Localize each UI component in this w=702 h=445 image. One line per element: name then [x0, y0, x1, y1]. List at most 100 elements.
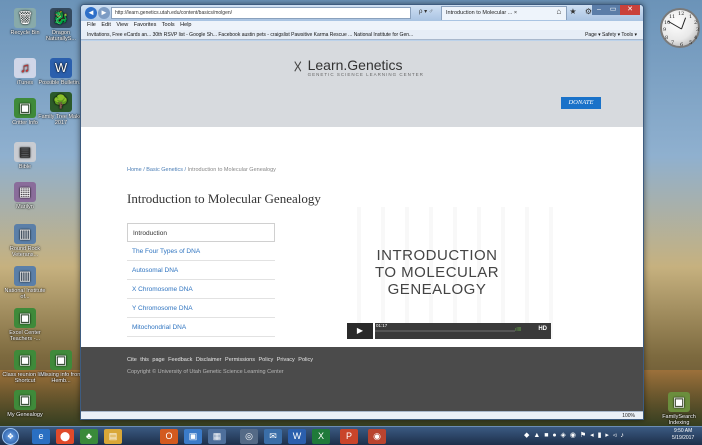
- close-button[interactable]: ✕: [620, 5, 640, 15]
- word-document-icon: W: [50, 58, 72, 78]
- taskbar-app-explorer[interactable]: ▤: [104, 429, 122, 444]
- clock-numeral: 3: [696, 27, 700, 33]
- taskbar-app-13[interactable]: ◉: [368, 429, 386, 444]
- desktop-icon-missing-info[interactable]: ▣ Missing info from Hemb...: [38, 350, 84, 384]
- taskbar-app-powerpoint[interactable]: P: [340, 429, 358, 444]
- desktop-icon-family-tree-maker[interactable]: 🌳 Family Tree Maker 2017: [38, 92, 84, 126]
- zoom-level[interactable]: 100%: [622, 413, 635, 419]
- desktop-icon-label: Round Rock Veterans...: [9, 246, 41, 258]
- taskbar-app-chrome[interactable]: ⬤: [56, 429, 74, 444]
- video-player[interactable]: INTRODUCTION TO MOLECULAR GENEALOGY ▶ 01…: [337, 207, 559, 339]
- desktop-icon-label: FamilySearch Indexing: [662, 414, 696, 426]
- video-title-line: INTRODUCTION: [376, 247, 498, 264]
- play-button[interactable]: ▶: [347, 323, 373, 339]
- video-title-line: TO MOLECULAR: [374, 264, 500, 281]
- breadcrumb-current: Introduction to Molecular Genealogy: [187, 167, 276, 173]
- minimize-button[interactable]: –: [592, 5, 606, 15]
- familysearch-icon: ▣: [668, 392, 690, 412]
- clock-numeral: 2: [694, 20, 698, 26]
- browser-menu-bar[interactable]: File Edit View Favorites Tools Help: [81, 21, 643, 30]
- volume-icon[interactable]: ıllll: [515, 327, 521, 333]
- browser-tab-active[interactable]: Introduction to Molecular ... ×: [441, 6, 567, 20]
- document-icon: ▤: [14, 142, 36, 162]
- breadcrumb-section[interactable]: Basic Genetics: [146, 167, 183, 173]
- site-footer: Cite this page Feedback Disclaimer Permi…: [81, 347, 643, 411]
- desktop-icon-dragon[interactable]: 🐉 Dragon NaturallyS...: [38, 8, 84, 42]
- spreadsheet-icon: ▣: [14, 390, 36, 410]
- clock-hour-hand: [681, 17, 687, 30]
- clock-numeral: 8: [665, 35, 669, 41]
- address-bar-controls[interactable]: ρ ▾ ♂: [419, 8, 433, 15]
- clock-numeral: 1: [689, 14, 693, 20]
- nav-item-x-chromosome[interactable]: X Chromosome DNA: [127, 280, 275, 299]
- nav-item-autosomal[interactable]: Autosomal DNA: [127, 261, 275, 280]
- donate-button[interactable]: DONATE: [561, 97, 601, 109]
- video-duration: 01:17: [376, 323, 388, 328]
- taskbar-app-ie[interactable]: e: [32, 429, 50, 444]
- address-bar[interactable]: http://learn.genetics.utah.edu/content/b…: [111, 7, 411, 19]
- desktop-icon-label: Dragon NaturallyS...: [46, 30, 76, 42]
- window-controls: – ▭ ✕: [592, 5, 640, 15]
- clock-numeral: 9: [663, 27, 667, 33]
- web-page: ☓ Learn.Genetics GENETIC SCIENCE LEARNIN…: [81, 41, 643, 411]
- desktop-icon-marilyn[interactable]: ▦ Marilyn: [2, 182, 48, 210]
- progress-bar[interactable]: [375, 330, 515, 332]
- desktop-icon-label: Possible Bulletin...: [38, 80, 84, 86]
- nav-item-y-chromosome[interactable]: Y Chromosome DNA: [127, 299, 275, 318]
- breadcrumb: Home / Basic Genetics / Introduction to …: [127, 167, 276, 173]
- taskbar-app-excel[interactable]: X: [312, 429, 330, 444]
- footer-copyright: Copyright © University of Utah Genetic S…: [127, 369, 284, 375]
- desktop-icon-my-genealogy[interactable]: ▣ My Genealogy: [2, 390, 48, 418]
- desktop-icon-label: Missing info from Hemb...: [40, 372, 82, 384]
- dragon-icon: 🐉: [50, 8, 72, 28]
- desktop-icon-round-rock[interactable]: ▥ Round Rock Veterans...: [2, 224, 48, 258]
- nav-item-four-types[interactable]: The Four Types of DNA: [127, 242, 275, 261]
- hd-toggle[interactable]: HD: [538, 326, 547, 332]
- desktop-icon-excel-center[interactable]: ▣ Excel Center Teachers -...: [2, 308, 48, 342]
- taskbar-app-8[interactable]: ◎: [240, 429, 258, 444]
- taskbar-app-7[interactable]: ▦: [208, 429, 226, 444]
- desktop-icon-familysearch[interactable]: ▣ FamilySearch Indexing: [656, 392, 702, 426]
- taskbar-app-word[interactable]: W: [288, 429, 306, 444]
- command-bar[interactable]: Page ▾ Safety ▾ Tools ▾: [581, 30, 637, 39]
- spreadsheet-icon: ▣: [14, 308, 36, 328]
- desktop-icon-label: Bible: [18, 164, 32, 170]
- maximize-button[interactable]: ▭: [606, 5, 620, 15]
- system-tray[interactable]: ◆ ▲ ■ ● ◈ ◉ ⚑ ◂ ▮ ▸ ◃ ♪: [524, 431, 625, 439]
- forward-arrow-icon[interactable]: ►: [98, 7, 110, 19]
- clock-numeral: 5: [689, 40, 693, 46]
- breadcrumb-home[interactable]: Home: [127, 167, 142, 173]
- taskbar-app-mail[interactable]: ✉: [264, 429, 282, 444]
- clock-numeral: 11: [669, 14, 676, 20]
- recycle-bin-icon: 🗑: [14, 8, 36, 28]
- video-title-card: INTRODUCTION TO MOLECULAR GENEALOGY: [337, 247, 537, 298]
- breadcrumb-separator: /: [143, 167, 145, 173]
- footer-links[interactable]: Cite this page Feedback Disclaimer Permi…: [127, 357, 313, 363]
- taskbar-app-solitaire[interactable]: ♣: [80, 429, 98, 444]
- site-logo[interactable]: ☓ Learn.Genetics GENETIC SCIENCE LEARNIN…: [293, 57, 424, 78]
- desktop-icon-national-institute[interactable]: ▥ National Institute of...: [2, 266, 48, 300]
- favorites-links[interactable]: Invitations, Free eCards an... 30th RSVP…: [87, 32, 413, 38]
- browser-status-bar: 100%: [81, 411, 643, 419]
- tray-time: 9:50 AM: [673, 428, 693, 434]
- desktop-icon-bible[interactable]: ▤ Bible: [2, 142, 48, 170]
- video-scrubber[interactable]: 01:17 ıllll HD: [375, 323, 551, 339]
- back-arrow-icon[interactable]: ◄: [85, 7, 97, 19]
- nav-item-introduction[interactable]: Introduction: [127, 223, 275, 242]
- tray-date: 5/19/2017: [672, 435, 695, 441]
- image-icon: ▦: [14, 182, 36, 202]
- desktop-icon-label: Excel Center Teachers -...: [9, 330, 41, 342]
- taskbar-app-outlook[interactable]: O: [160, 429, 178, 444]
- taskbar-app-ancestry[interactable]: ▣: [184, 429, 202, 444]
- clock-gadget[interactable]: 12 1 2 3 4 5 6 7 8 9 10 11: [660, 8, 700, 48]
- taskbar: ❖ e ⬤ ♣ ▤ O ▣ ▦ ◎ ✉ W X P ◉ ◆ ▲ ■ ● ◈ ◉ …: [0, 426, 702, 445]
- tray-clock[interactable]: 9:50 AM 5/19/2017: [672, 428, 694, 442]
- folder-icon: ▥: [14, 224, 36, 244]
- desktop-icon-label: My Genealogy: [7, 412, 43, 418]
- itunes-icon: ♫: [14, 58, 36, 78]
- desktop-icon-possible-bulletin[interactable]: W Possible Bulletin...: [38, 58, 84, 86]
- start-button[interactable]: ❖: [2, 428, 19, 445]
- browser-toolbar-icons[interactable]: ⌂ ★ ⚙: [556, 7, 595, 16]
- nav-item-mitochondrial[interactable]: Mitochondrial DNA: [127, 318, 275, 337]
- clock-numeral: 12: [678, 11, 685, 17]
